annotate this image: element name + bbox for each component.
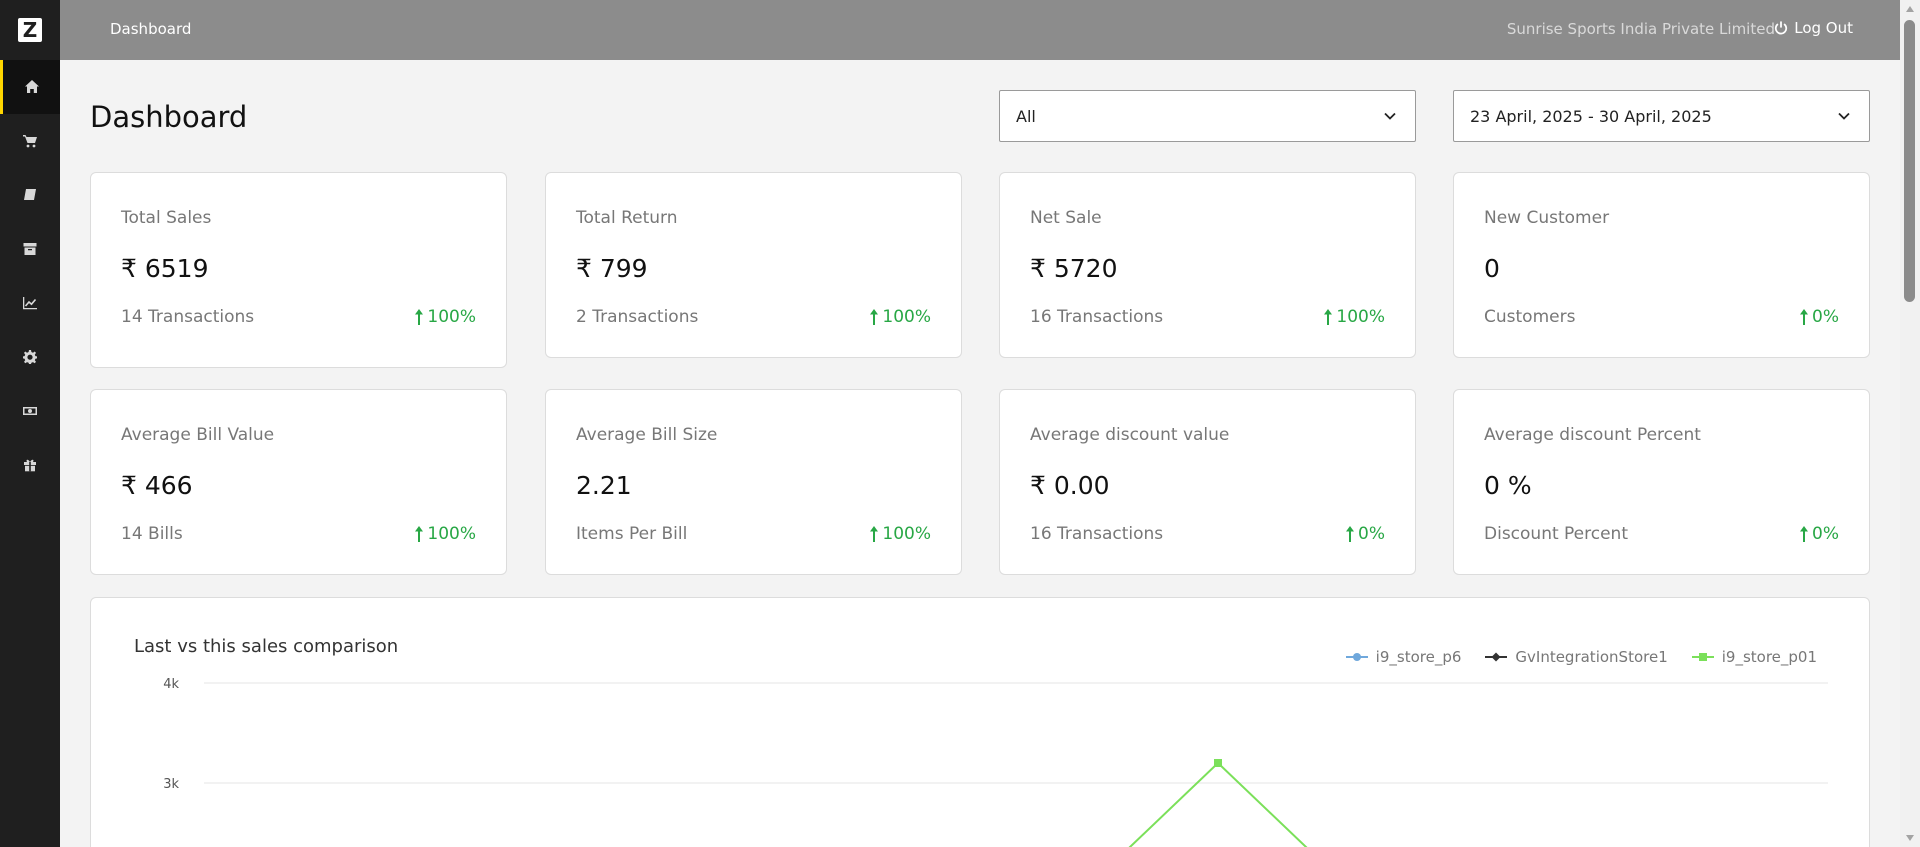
archive-icon: [23, 243, 37, 255]
trend-value: 100%: [427, 307, 476, 327]
page-title: Dashboard: [90, 100, 248, 134]
card-title: New Customer: [1484, 208, 1610, 228]
gear-icon: [23, 350, 37, 364]
chart-line-icon: [23, 297, 37, 310]
gift-icon: [24, 459, 36, 472]
card-title: Total Sales: [121, 208, 212, 228]
sidebar-item-archive[interactable]: [0, 222, 60, 276]
card-subtitle: 14 Bills: [121, 524, 183, 544]
chevron-down-icon: [1384, 112, 1396, 120]
home-icon: [24, 80, 39, 93]
arrow-up-icon: [1346, 526, 1355, 542]
kpi-card-average-discount-value: Average discount value ₹ 0.00 16 Transac…: [999, 389, 1416, 575]
card-value: 2.21: [576, 471, 632, 500]
logout-button[interactable]: Log Out: [1774, 19, 1853, 37]
card-value: ₹ 5720: [1030, 254, 1118, 283]
sidebar-item-gift[interactable]: [0, 438, 60, 492]
kpi-card-average-bill-size: Average Bill Size 2.21 Items Per Bill 10…: [545, 389, 962, 575]
data-point-p01: [1214, 759, 1222, 767]
page-scrollbar[interactable]: [1900, 0, 1920, 847]
kpi-card-new-customer: New Customer 0 Customers 0%: [1453, 172, 1870, 358]
company-name: Sunrise Sports India Private Limited: [1506, 20, 1775, 38]
trend-indicator: 0%: [1799, 524, 1839, 544]
card-title: Average Bill Size: [576, 425, 718, 445]
card-title: Average discount value: [1030, 425, 1230, 445]
trend-indicator: 0%: [1345, 524, 1385, 544]
card-value: ₹ 799: [576, 254, 648, 283]
trend-value: 100%: [882, 307, 931, 327]
cart-icon: [23, 135, 37, 148]
arrow-up-icon: [415, 309, 424, 325]
kpi-card-average-bill-value: Average Bill Value ₹ 466 14 Bills 100%: [90, 389, 507, 575]
breadcrumb[interactable]: Dashboard: [110, 20, 191, 38]
book-icon: [24, 189, 36, 200]
trend-value: 0%: [1812, 524, 1839, 544]
scroll-down-arrow[interactable]: [1906, 835, 1914, 841]
money-icon: [23, 407, 37, 415]
trend-value: 100%: [1336, 307, 1385, 327]
sidebar-item-analytics[interactable]: [0, 276, 60, 330]
card-subtitle: Items Per Bill: [576, 524, 688, 544]
sidebar-item-settings[interactable]: [0, 330, 60, 384]
chevron-down-icon: [1838, 112, 1850, 120]
sidebar-item-book[interactable]: [0, 168, 60, 222]
date-range-select[interactable]: 23 April, 2025 - 30 April, 2025: [1453, 90, 1870, 142]
card-title: Average Bill Value: [121, 425, 275, 445]
trend-indicator: 100%: [869, 524, 931, 544]
scroll-thumb[interactable]: [1904, 20, 1915, 302]
sales-comparison-chart-card: Last vs this sales comparison i9_store_p…: [90, 597, 1870, 847]
arrow-up-icon: [1800, 526, 1809, 542]
series-line-p01: [1128, 761, 1308, 847]
kpi-card-total-return: Total Return ₹ 799 2 Transactions 100%: [545, 172, 962, 358]
date-range-value: 23 April, 2025 - 30 April, 2025: [1470, 106, 1712, 126]
card-subtitle: 16 Transactions: [1030, 524, 1164, 544]
sidebar: Z: [0, 0, 60, 847]
app-logo[interactable]: Z: [0, 0, 60, 60]
card-value: 0 %: [1484, 471, 1532, 500]
card-subtitle: 2 Transactions: [576, 307, 699, 327]
logo-mark: Z: [18, 18, 42, 42]
arrow-up-icon: [870, 526, 879, 542]
card-subtitle: Customers: [1484, 307, 1576, 327]
logout-label: Log Out: [1794, 19, 1853, 37]
card-value: ₹ 0.00: [1030, 471, 1110, 500]
trend-value: 100%: [427, 524, 476, 544]
trend-indicator: 100%: [414, 524, 476, 544]
card-title: Net Sale: [1030, 208, 1102, 228]
card-title: Average discount Percent: [1484, 425, 1701, 445]
card-value: ₹ 6519: [121, 254, 209, 283]
trend-indicator: 100%: [869, 307, 931, 327]
card-value: ₹ 466: [121, 471, 193, 500]
sidebar-item-home[interactable]: [0, 60, 60, 114]
card-subtitle: 16 Transactions: [1030, 307, 1164, 327]
kpi-card-total-sales: Total Sales ₹ 6519 14 Transactions 100%: [90, 172, 507, 368]
trend-indicator: 100%: [414, 307, 476, 327]
store-filter-value: All: [1016, 106, 1036, 126]
trend-value: 100%: [882, 524, 931, 544]
y-tick-label: 3k: [163, 777, 179, 792]
scroll-up-arrow[interactable]: [1906, 6, 1914, 12]
trend-value: 0%: [1812, 307, 1839, 327]
kpi-card-net-sale: Net Sale ₹ 5720 16 Transactions 100%: [999, 172, 1416, 358]
card-subtitle: Discount Percent: [1484, 524, 1629, 544]
chart-plot: 4k 3k: [163, 677, 1828, 847]
card-value: 0: [1484, 254, 1500, 283]
arrow-up-icon: [1800, 309, 1809, 325]
store-filter-select[interactable]: All: [999, 90, 1416, 142]
top-bar: Dashboard Sunrise Sports India Private L…: [60, 0, 1900, 60]
trend-value: 0%: [1358, 524, 1385, 544]
sidebar-item-cart[interactable]: [0, 114, 60, 168]
trend-indicator: 100%: [1323, 307, 1385, 327]
arrow-up-icon: [1324, 309, 1333, 325]
card-title: Total Return: [576, 208, 678, 228]
arrow-up-icon: [415, 526, 424, 542]
card-subtitle: 14 Transactions: [121, 307, 255, 327]
arrow-up-icon: [870, 309, 879, 325]
sidebar-item-money[interactable]: [0, 384, 60, 438]
y-tick-label: 4k: [163, 677, 179, 692]
kpi-card-average-discount-percent: Average discount Percent 0 % Discount Pe…: [1453, 389, 1870, 575]
power-icon: [1775, 21, 1788, 35]
trend-indicator: 0%: [1799, 307, 1839, 327]
